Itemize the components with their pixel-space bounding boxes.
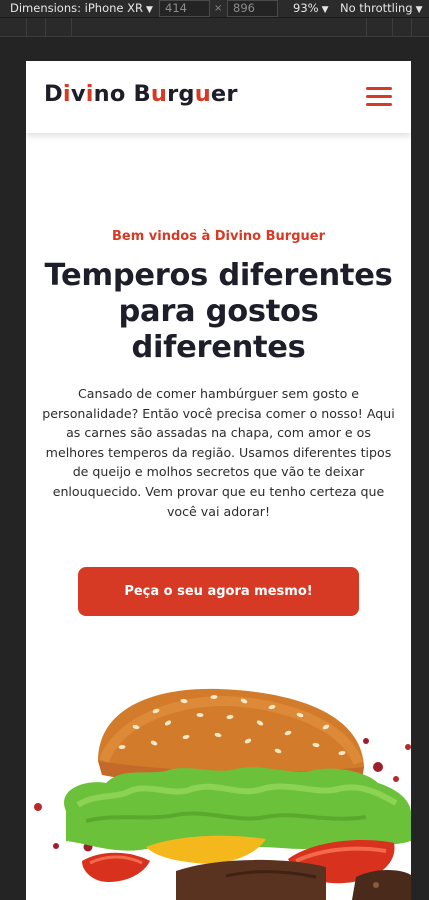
device-selector[interactable]: Dimensions: iPhone XR ▼ [10,0,153,18]
logo-letter-accent: u [150,81,168,107]
ruler-segment [392,18,393,37]
caret-down-icon: ▼ [146,5,153,15]
width-input[interactable]: 414 [159,0,210,17]
times-symbol: × [214,3,223,14]
logo-letter-accent: i [85,81,94,107]
zoom-selector[interactable]: 93% ▼ [293,0,328,18]
logo-letter: rg [167,81,195,107]
device-label: Dimensions: iPhone XR [10,1,143,15]
ruler-segment [71,18,72,37]
logo-letter: D [44,81,63,107]
hamburger-menu-icon[interactable] [366,87,392,107]
hero-eyebrow: Bem vindos à Divino Burguer [111,229,326,244]
ruler-segment [45,18,46,37]
order-now-button[interactable]: Peça o seu agora mesmo! [78,567,359,616]
site-logo[interactable]: Divino Burguer [44,81,238,107]
site-header: Divino Burguer [26,61,411,133]
height-input[interactable]: 896 [227,0,278,17]
hero-title: Temperos diferentes para gostos diferent… [44,258,393,365]
throttle-selector[interactable]: No throttling ▼ [340,0,423,18]
throttle-label: No throttling [340,1,413,15]
devtools-toolbar: Dimensions: iPhone XR ▼ 414 × 896 93% ▼ No… [0,0,429,18]
hero-description: Cansado de comer hambúrguer sem gosto e … [42,386,395,519]
ruler-segment [366,18,367,37]
logo-letter: v [70,81,86,107]
burger-image [34,688,411,900]
caret-down-icon: ▼ [415,5,423,15]
device-viewport: Divino Burguer Bem vindos à Divino Burgu… [26,61,411,900]
ruler-segment [411,18,412,37]
logo-letter-accent: u [194,81,211,107]
logo-letter-accent: i [62,81,71,107]
logo-letter: er [210,81,238,107]
media-query-ruler[interactable] [0,18,429,37]
logo-letter: no B [93,81,151,107]
zoom-label: 93% [293,1,319,15]
caret-down-icon: ▼ [321,5,329,15]
ruler-segment [26,18,27,37]
